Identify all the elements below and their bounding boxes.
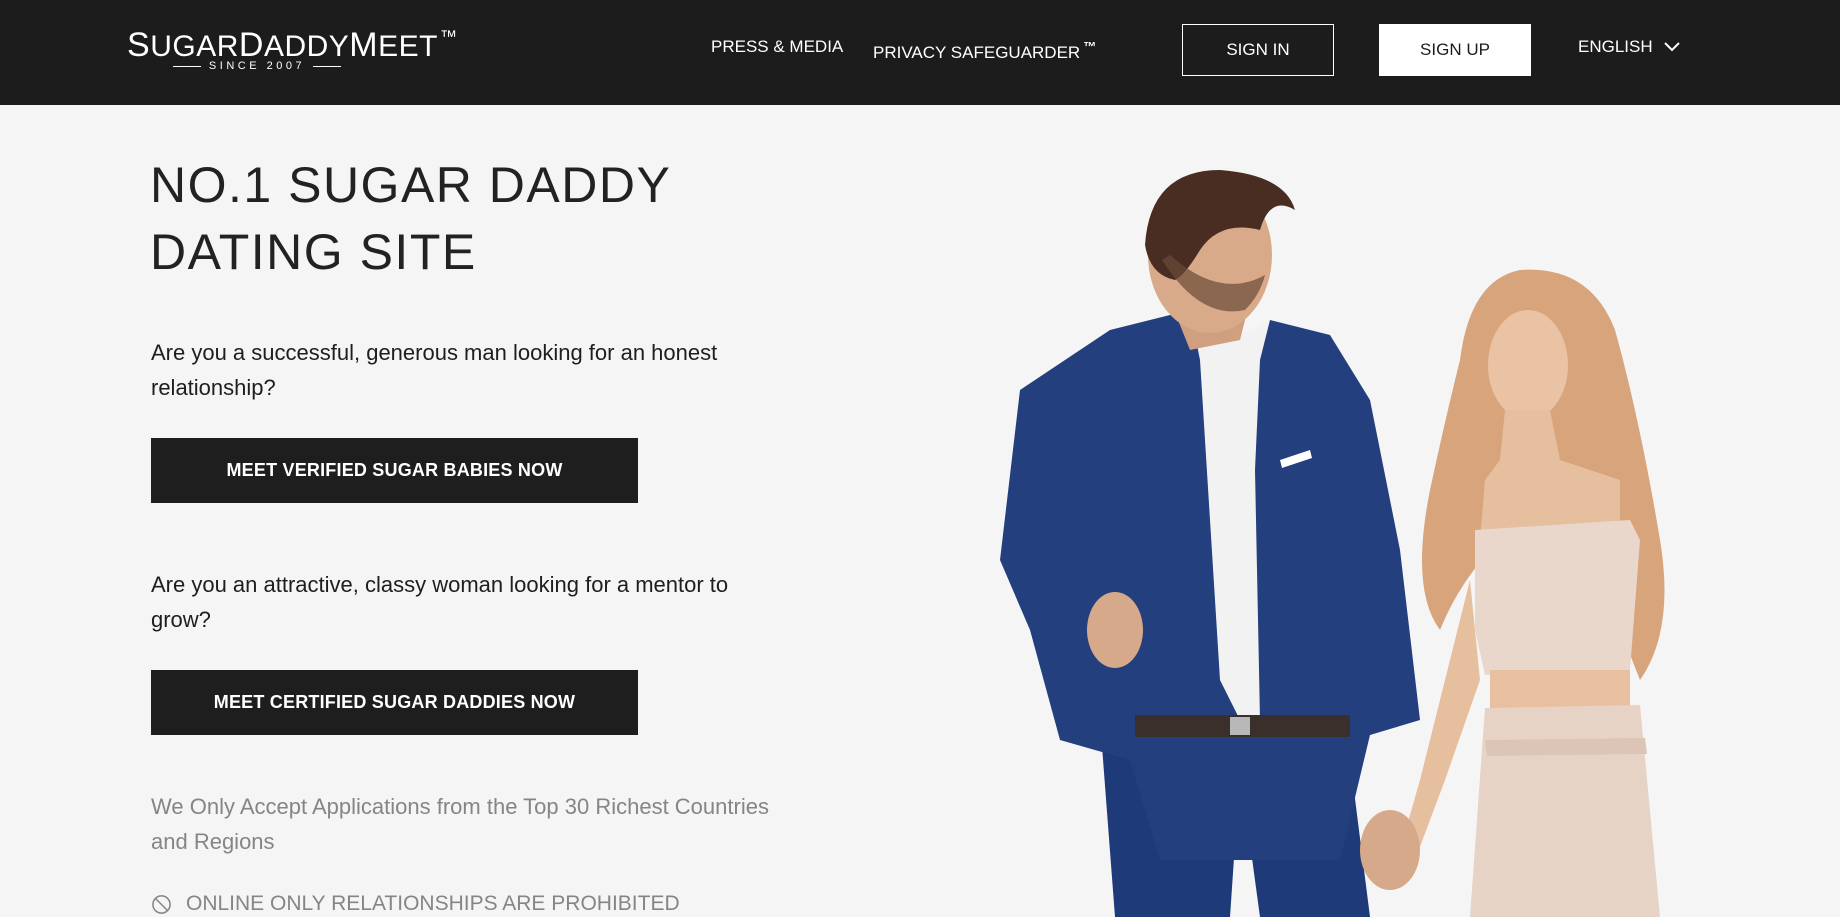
question-men: Are you a successful, generous man looki… bbox=[151, 340, 718, 400]
hero-couple-image bbox=[1000, 170, 1665, 917]
woman-top bbox=[1475, 520, 1640, 675]
sign-up-button[interactable]: SIGN UP bbox=[1379, 24, 1531, 76]
meet-sugar-daddies-button[interactable]: MEET CERTIFIED SUGAR DADDIES NOW bbox=[151, 670, 638, 735]
logo-tagline: SINCE 2007 bbox=[172, 60, 342, 72]
language-label: ENGLISH bbox=[1578, 37, 1653, 56]
eligibility-note: We Only Accept Applications from the Top… bbox=[151, 794, 769, 854]
prohibited-icon bbox=[152, 894, 171, 914]
language-selector[interactable]: ENGLISH bbox=[1578, 36, 1681, 58]
page-title: NO.1 SUGAR DADDY DATING SITE bbox=[150, 157, 672, 280]
logo-trademark: ™ bbox=[439, 27, 458, 46]
prohibited-notice: ONLINE ONLY RELATIONSHIPS ARE PROHIBITED bbox=[151, 892, 680, 916]
sign-in-button[interactable]: SIGN IN bbox=[1182, 24, 1334, 76]
question-women: Are you an attractive, classy woman look… bbox=[151, 572, 729, 632]
woman-skirt bbox=[1470, 705, 1660, 917]
woman-head bbox=[1488, 310, 1568, 420]
meet-sugar-babies-button[interactable]: MEET VERIFIED SUGAR BABIES NOW bbox=[151, 438, 638, 503]
site-header: SUGARDADDYMEET ™ SINCE 2007 PRESS & MEDIA… bbox=[0, 0, 1840, 105]
nav-press-media[interactable]: PRESS & MEDIA bbox=[711, 36, 843, 58]
nav-privacy-safeguarder[interactable]: PRIVACY SAFEGUARDER ™ bbox=[873, 36, 1096, 64]
logo-wordmark: SUGARDADDYMEET ™ bbox=[127, 26, 458, 64]
tagline-rule-right bbox=[313, 65, 342, 67]
tagline-rule-left bbox=[172, 65, 201, 67]
chevron-down-icon bbox=[1663, 42, 1680, 52]
logo[interactable]: SUGARDADDYMEET ™ SINCE 2007 bbox=[127, 20, 458, 78]
